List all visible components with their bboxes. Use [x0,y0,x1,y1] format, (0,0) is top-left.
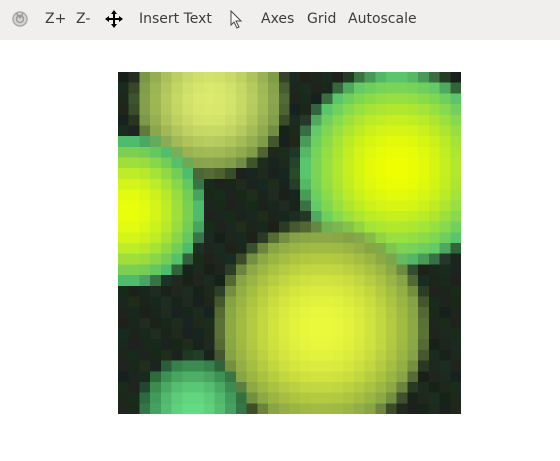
zoom-in-button[interactable]: Z+ [45,11,66,27]
reset-view-icon[interactable] [11,10,29,32]
image-view[interactable] [118,72,461,414]
grid-button[interactable]: Grid [307,11,336,27]
autoscale-button[interactable]: Autoscale [348,11,417,27]
insert-text-button[interactable]: Insert Text [139,11,212,27]
axes-button[interactable]: Axes [261,11,294,27]
pointer-cursor-icon[interactable] [229,9,243,34]
zoom-out-button[interactable]: Z- [76,11,90,27]
move-arrows-icon[interactable] [105,10,123,32]
toolbar: Z+ Z- Insert Text Axes Grid Autoscale [0,0,560,40]
